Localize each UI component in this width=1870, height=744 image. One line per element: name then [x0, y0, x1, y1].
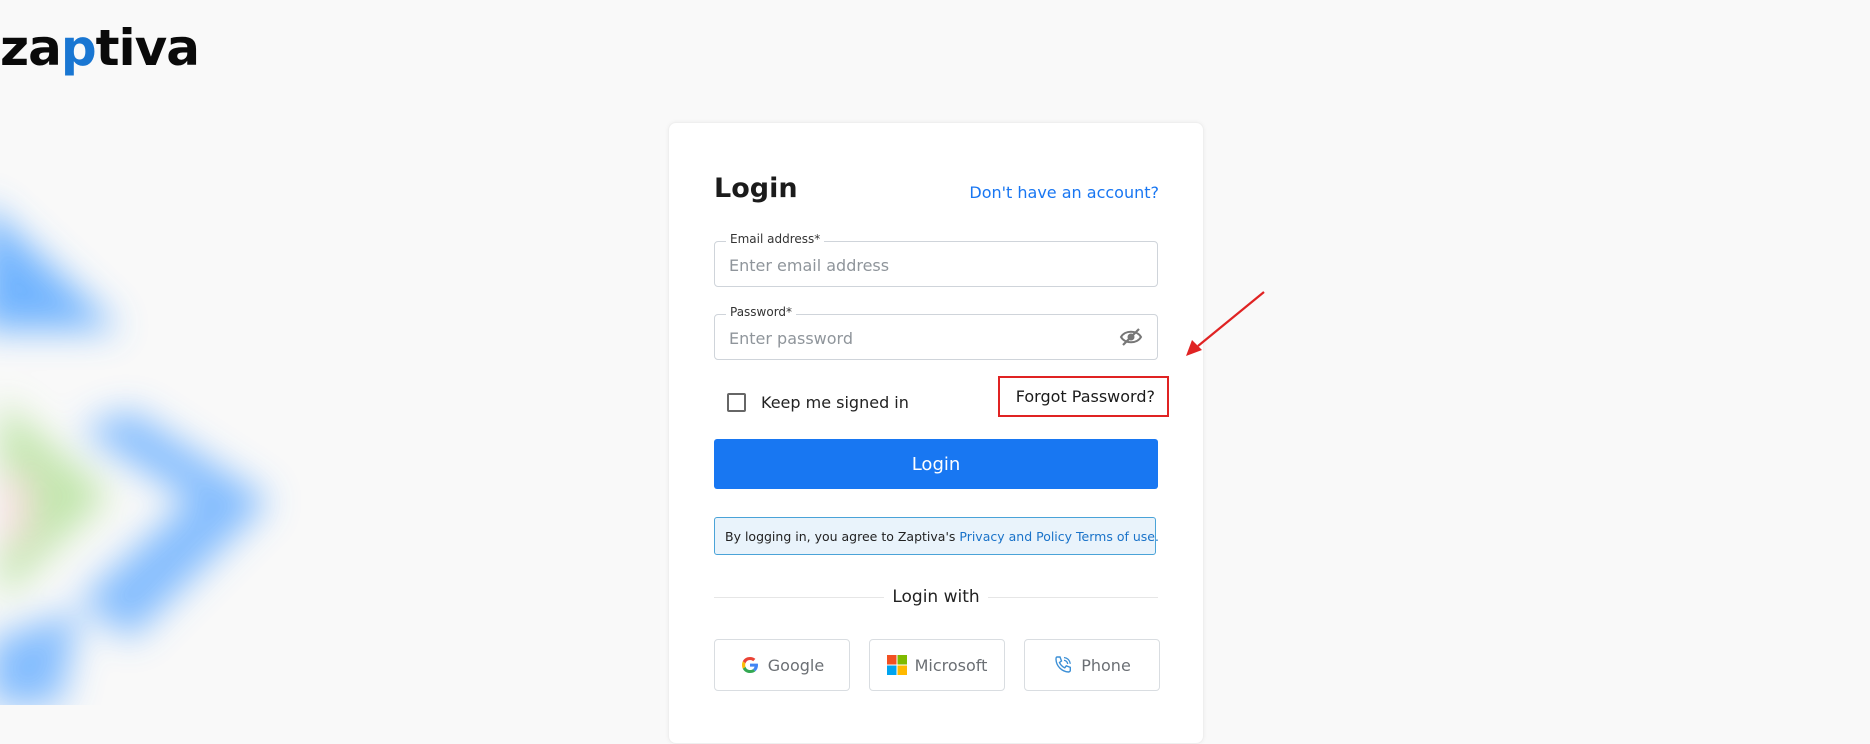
email-input[interactable]	[727, 242, 1121, 288]
zaptiva-logo[interactable]: zaptiva	[0, 18, 200, 78]
keep-signed-in-checkbox[interactable]	[727, 393, 746, 412]
terms-prefix: By logging in, you agree to Zaptiva's	[725, 529, 960, 544]
eye-slash-icon[interactable]	[1119, 327, 1143, 347]
google-label: Google	[767, 655, 825, 675]
logo-part: tiva	[95, 19, 200, 77]
forgot-password-link[interactable]: Forgot Password?	[1016, 387, 1155, 406]
password-field[interactable]: Password*	[714, 305, 1158, 361]
background-decoration	[0, 0, 320, 705]
page-title: Login	[714, 173, 798, 204]
password-input[interactable]	[727, 315, 1121, 361]
annotation-arrow-icon	[1186, 291, 1265, 356]
microsoft-label: Microsoft	[914, 655, 988, 675]
keep-signed-in[interactable]: Keep me signed in	[727, 393, 909, 412]
phone-label: Phone	[1081, 655, 1131, 675]
email-field[interactable]: Email address*	[714, 232, 1158, 288]
signup-link[interactable]: Don't have an account?	[969, 183, 1159, 202]
phone-login-button[interactable]: Phone	[1024, 639, 1160, 691]
logo-part-accent: p	[60, 19, 97, 77]
login-card: Login Don't have an account? Email addre…	[668, 122, 1204, 744]
forgot-password-highlight: Forgot Password?	[998, 376, 1169, 417]
logo-wordmark: zaptiva	[0, 19, 200, 77]
login-button[interactable]: Login	[714, 439, 1158, 489]
divider-label: Login with	[892, 587, 980, 607]
logo-part: za	[0, 19, 62, 77]
login-with-divider: Login with	[714, 587, 1158, 607]
google-login-button[interactable]: Google	[714, 639, 850, 691]
phone-icon	[1053, 655, 1073, 675]
microsoft-icon	[886, 655, 907, 675]
google-icon	[740, 655, 760, 675]
keep-signed-in-label: Keep me signed in	[761, 393, 909, 412]
terms-of-use-link[interactable]: Terms of use.	[1076, 529, 1159, 544]
microsoft-login-button[interactable]: Microsoft	[869, 639, 1005, 691]
privacy-policy-link[interactable]: Privacy and Policy	[959, 529, 1072, 544]
terms-notice: By logging in, you agree to Zaptiva's Pr…	[714, 517, 1159, 555]
